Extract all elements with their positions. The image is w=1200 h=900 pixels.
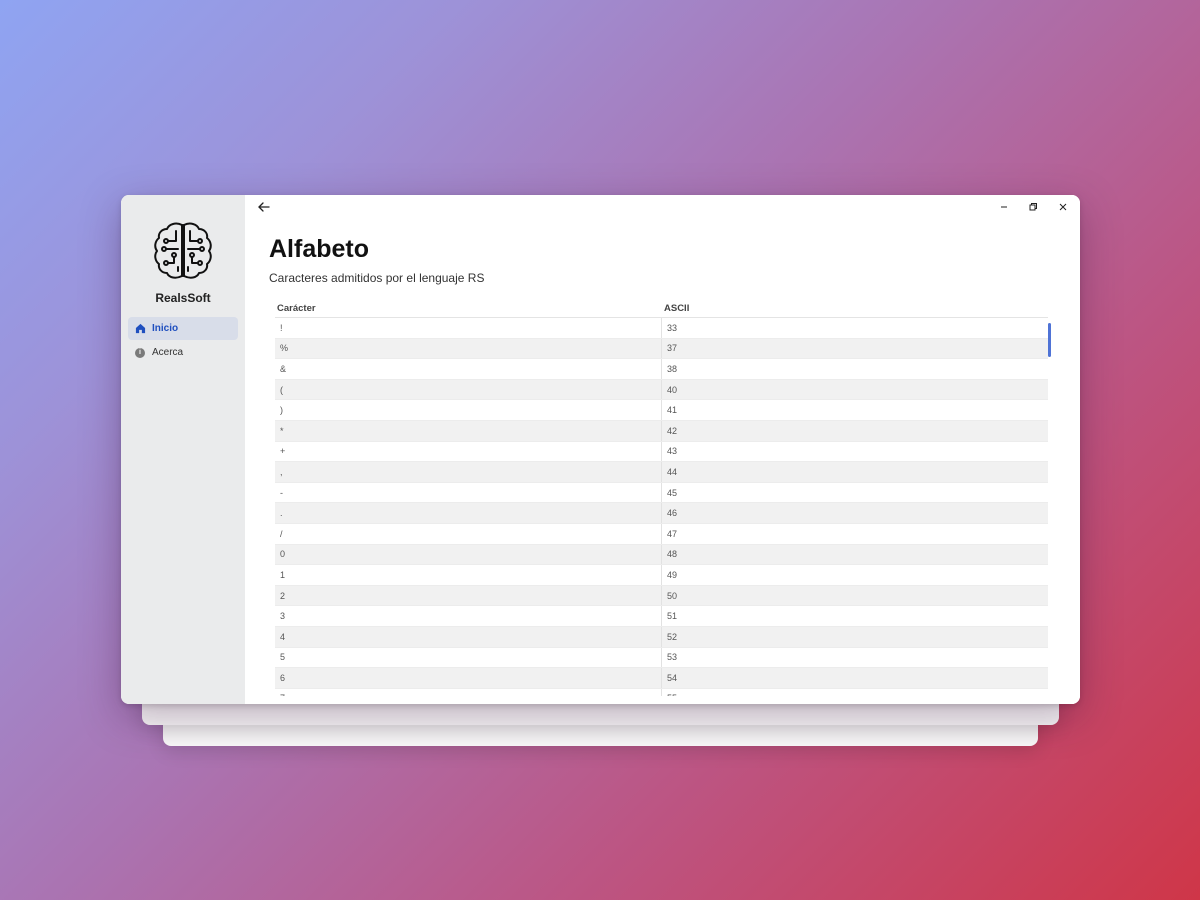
table-row[interactable]: , 44 <box>275 462 1048 483</box>
cell-caracter: 1 <box>275 565 662 585</box>
brain-circuit-logo-icon <box>154 222 212 279</box>
cell-caracter: / <box>275 523 662 544</box>
cell-ascii: 51 <box>667 611 678 622</box>
cell-ascii: 33 <box>667 322 678 333</box>
table-row[interactable]: -45 <box>275 482 1048 504</box>
cell-ascii: 53 <box>667 652 678 663</box>
back-arrow-icon[interactable] <box>257 200 271 214</box>
table-row[interactable]: 3 51 <box>275 606 1048 627</box>
cell-ascii: 40 <box>667 384 678 395</box>
sidebar-item-label: Inicio <box>152 323 179 334</box>
table-row[interactable]: 755 <box>275 688 1048 696</box>
vertical-scrollbar[interactable] <box>1048 323 1051 357</box>
cell-caracter: & <box>275 359 662 379</box>
cell-ascii: 42 <box>667 425 678 436</box>
column-header-ascii[interactable]: ASCII <box>662 303 689 314</box>
cell-caracter: . <box>275 503 662 523</box>
cell-caracter: ) <box>275 400 662 420</box>
minimize-icon <box>1001 206 1007 208</box>
cell-caracter: % <box>275 338 662 359</box>
cell-ascii: 54 <box>667 672 678 683</box>
table-row[interactable]: 1 49 <box>275 565 1048 586</box>
sidebar-item-acerca[interactable]: i Acerca <box>128 341 238 364</box>
table-row[interactable]: / 47 <box>275 523 1048 545</box>
cell-ascii: 49 <box>667 569 678 580</box>
cell-ascii: 50 <box>667 590 678 601</box>
table-row[interactable]: 5 53 <box>275 647 1048 669</box>
cell-caracter: 3 <box>275 606 662 626</box>
table-row[interactable]: ) 41 <box>275 400 1048 421</box>
table-row[interactable]: 4 52 <box>275 626 1048 648</box>
restore-button[interactable] <box>1026 200 1040 214</box>
app-name: RealsSoft <box>155 291 211 305</box>
app-window: RealsSoft Inicio i Acerca Alfabeto Carac… <box>121 195 1080 704</box>
alphabet-table: Carácter ASCII ! 33% 37 & 38(40) 41 * 42 +43, 44-… <box>275 299 1048 696</box>
cell-ascii: 41 <box>667 405 678 416</box>
cell-ascii: 43 <box>667 446 678 457</box>
cell-ascii: 46 <box>667 508 678 519</box>
cell-caracter: 2 <box>275 585 662 606</box>
cell-caracter: , <box>275 462 662 482</box>
cell-ascii: 38 <box>667 363 678 374</box>
cell-ascii: 44 <box>667 466 678 477</box>
page-title: Alfabeto <box>269 235 369 263</box>
cell-caracter: 0 <box>275 544 662 565</box>
table-row[interactable]: (40 <box>275 379 1048 401</box>
cell-caracter: ( <box>275 379 662 400</box>
table-row[interactable]: . 46 <box>275 503 1048 524</box>
cell-caracter: ! <box>275 318 662 338</box>
table-body: ! 33% 37 & 38(40) 41 * 42 +43, 44-45. 46/47 0 48 1 49 2… <box>275 318 1048 696</box>
main-content: Alfabeto Caracteres admitidos por el len… <box>245 195 1080 704</box>
table-row[interactable]: +43 <box>275 441 1048 463</box>
cell-ascii: 48 <box>667 549 678 560</box>
info-icon: i <box>134 347 146 359</box>
titlebar <box>245 195 1080 219</box>
table-row[interactable]: 6 54 <box>275 668 1048 689</box>
cell-caracter: 6 <box>275 668 662 688</box>
cell-caracter: 5 <box>275 647 662 668</box>
table-row[interactable]: % 37 <box>275 338 1048 360</box>
cell-caracter: 7 <box>275 688 662 696</box>
sidebar-nav: Inicio i Acerca <box>121 317 245 365</box>
cell-caracter: - <box>275 482 662 503</box>
page-subtitle: Caracteres admitidos por el lenguaje RS <box>269 271 485 285</box>
sidebar: RealsSoft Inicio i Acerca <box>121 195 245 704</box>
cell-ascii: 52 <box>667 631 678 642</box>
table-row[interactable]: 0 48 <box>275 544 1048 566</box>
table-row[interactable]: & 38 <box>275 359 1048 380</box>
cell-ascii: 47 <box>667 528 678 539</box>
cell-ascii: 37 <box>667 343 678 354</box>
close-icon <box>1059 203 1067 211</box>
close-button[interactable] <box>1056 200 1070 214</box>
cell-ascii: 55 <box>662 689 677 696</box>
table-header: Carácter ASCII <box>275 299 1048 318</box>
table-row[interactable]: 2 50 <box>275 585 1048 607</box>
sidebar-item-inicio[interactable]: Inicio <box>128 317 238 340</box>
cell-caracter: * <box>275 420 662 441</box>
restore-icon <box>1029 203 1037 211</box>
column-header-caracter[interactable]: Carácter <box>275 303 662 314</box>
sidebar-item-label: Acerca <box>152 347 184 358</box>
table-row[interactable]: ! 33 <box>275 318 1048 339</box>
table-row[interactable]: * 42 <box>275 420 1048 442</box>
minimize-button[interactable] <box>997 200 1011 214</box>
cell-caracter: + <box>275 441 662 462</box>
home-icon <box>134 323 146 335</box>
cell-caracter: 4 <box>275 626 662 647</box>
cell-ascii: 45 <box>667 487 678 498</box>
